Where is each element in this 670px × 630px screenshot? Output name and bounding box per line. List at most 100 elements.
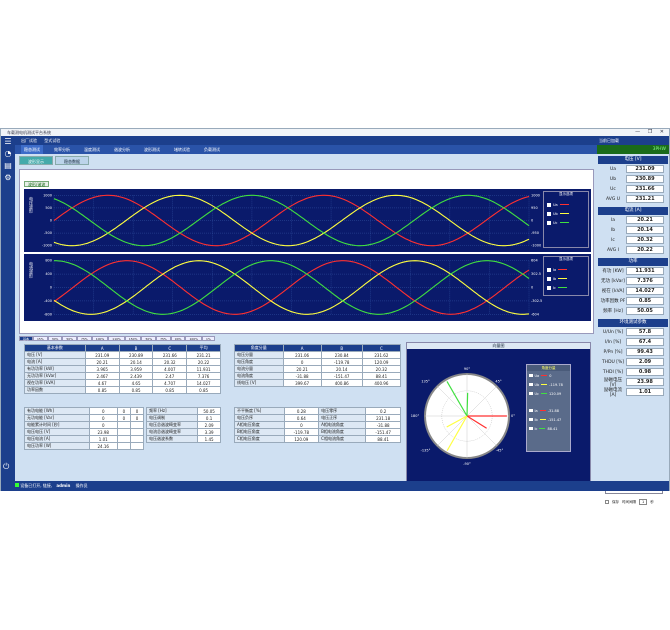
table-cell: 0 [116, 407, 131, 415]
menu-item[interactable]: 谐波分析 [111, 145, 133, 154]
voltage-ylabel: 电压波形 [29, 197, 34, 213]
table-cell: 电压 [V] [24, 351, 86, 359]
vector-legend-line [541, 392, 547, 395]
tab-steady[interactable]: 稳态数据 [55, 156, 89, 165]
legend-checkbox[interactable] [547, 220, 551, 225]
tab-waveform[interactable]: 波形显示 [19, 156, 53, 165]
vector-legend-item[interactable]: Ub -119.78 [527, 380, 570, 389]
degree-label: 135° [421, 380, 430, 384]
table-cell: 3.959 [118, 365, 154, 373]
vector-title: 向量图 [407, 343, 590, 349]
header-cell: A [84, 344, 120, 352]
table-cell: 0.1 [197, 414, 221, 422]
time-label: 时间间隔 [622, 499, 636, 504]
table-cell: 20.14 [320, 365, 363, 373]
load-tab[interactable]: 100% [91, 336, 109, 341]
menu-item[interactable]: 堵转试验 [171, 145, 193, 154]
legend-checkbox[interactable] [529, 382, 533, 387]
vector-legend-name: Uc [534, 391, 540, 396]
menu-item[interactable]: 效率分析 [51, 145, 73, 154]
menu-item[interactable]: 波形测试 [141, 145, 163, 154]
load-tab[interactable]: 150% [124, 336, 142, 341]
load-tab[interactable]: 75% [156, 336, 171, 341]
voltage-row: AVG U 231.21 [598, 194, 668, 204]
legend-checkbox[interactable] [529, 373, 533, 378]
table-cell: 230.84 [320, 351, 363, 359]
load-tab[interactable]: 基本 [19, 336, 34, 341]
settings-icon[interactable]: ⚙ [1, 172, 15, 184]
load-tab[interactable]: 50% [141, 336, 157, 341]
voltage-value: 231.09 [626, 165, 664, 173]
table-row: 电压电压 [V] 23.98 [24, 428, 145, 436]
power-icon[interactable]: ⏻ [3, 462, 9, 472]
power-row: 有功 [KW] 11.931 [598, 266, 668, 276]
env-value: 0.98 [626, 368, 664, 376]
table-cell: 0 [129, 414, 145, 422]
mode-button[interactable]: 波形/谐波 [24, 181, 50, 187]
menu-item[interactable]: 负载测试 [201, 145, 223, 154]
legend-checkbox[interactable] [547, 267, 551, 272]
load-tab[interactable]: 1% [202, 336, 215, 341]
menu-item[interactable]: 温度测试 [81, 145, 103, 154]
dashboard-icon[interactable]: ◔ [1, 148, 15, 160]
current-value: 20.22 [626, 246, 664, 254]
table-cell: 20.32 [152, 358, 188, 366]
legend-checkbox[interactable] [547, 202, 551, 207]
power-label: 功率因数 PF [600, 299, 626, 304]
legend-item[interactable]: Ua [544, 200, 588, 209]
table-cell: 0.85 [84, 386, 120, 394]
table-cell: 不平衡度 [%] [234, 407, 285, 415]
table-cell [116, 435, 131, 443]
vector-legend-item[interactable]: Ia -31.88 [527, 406, 570, 415]
load-tab[interactable]: 110% [108, 336, 125, 341]
table-cell: 4.707 [152, 379, 188, 387]
table-header-row: 角度分量 A B C [234, 344, 402, 352]
table-cell: 0 [116, 414, 131, 422]
table-row: 无功电能 [Var] 0 0 0 [24, 414, 145, 422]
window-controls[interactable]: — ❐ ✕ [635, 129, 667, 136]
vector-legend-item[interactable]: Ua 0 [527, 371, 570, 380]
document-icon[interactable]: ▤ [1, 160, 15, 172]
load-tab[interactable]: 50% [62, 336, 78, 341]
vector-legend-item[interactable]: Ic 88.41 [527, 424, 570, 433]
table-row: 电压分量 231.06 230.84 231.62 [234, 351, 402, 359]
current-label: Ic [611, 237, 615, 243]
legend-checkbox[interactable] [529, 391, 533, 396]
legend-checkbox[interactable] [529, 408, 533, 413]
load-tab[interactable]: 30% [47, 336, 63, 341]
time-input[interactable]: 1 [639, 499, 648, 505]
table-cell [116, 428, 131, 436]
env-label: THDU [%] [601, 359, 625, 365]
legend-item[interactable]: Ic [544, 283, 588, 292]
legend-item[interactable]: Uc [544, 218, 588, 227]
legend-item[interactable]: Ib [544, 274, 588, 283]
y-tick-label-left: -800 [44, 312, 52, 316]
legend-checkbox[interactable] [529, 426, 533, 431]
table-cell: 20.21 [84, 358, 120, 366]
legend-checkbox[interactable] [547, 276, 551, 281]
table-cell: 24.16 [88, 442, 118, 450]
env-head: 环境测试参数 [598, 319, 668, 327]
menu-icon[interactable]: ☰ [1, 136, 15, 148]
load-tab[interactable]: 75% [77, 336, 92, 341]
load-tab[interactable]: 100% [185, 336, 203, 341]
legend-checkbox[interactable] [547, 285, 551, 290]
topbar-item-factory[interactable]: 出厂试验 [21, 138, 37, 143]
legend-item[interactable]: Ia [544, 265, 588, 274]
load-tab[interactable]: 15% [33, 336, 48, 341]
legend-item[interactable]: Ub [544, 209, 588, 218]
topbar-item-type[interactable]: 型式试验 [44, 138, 60, 143]
table-row: 电压调制 0.1 [145, 414, 221, 422]
current-ylabel: 电流波形 [29, 262, 34, 278]
table-cell: 120.09 [361, 358, 402, 366]
load-tab[interactable]: 90% [170, 336, 186, 341]
vector-legend-item[interactable]: Uc 120.09 [527, 389, 570, 398]
vector-legend-item[interactable]: Ib -151.47 [527, 415, 570, 424]
menu-item[interactable]: 稳态测试 [21, 145, 43, 154]
save-checkbox[interactable] [605, 500, 609, 504]
table-cell: 电压调制 [145, 414, 199, 422]
legend-checkbox[interactable] [529, 417, 533, 422]
legend-checkbox[interactable] [547, 211, 551, 216]
table-cell [129, 421, 145, 429]
user-name: admin [56, 483, 71, 488]
